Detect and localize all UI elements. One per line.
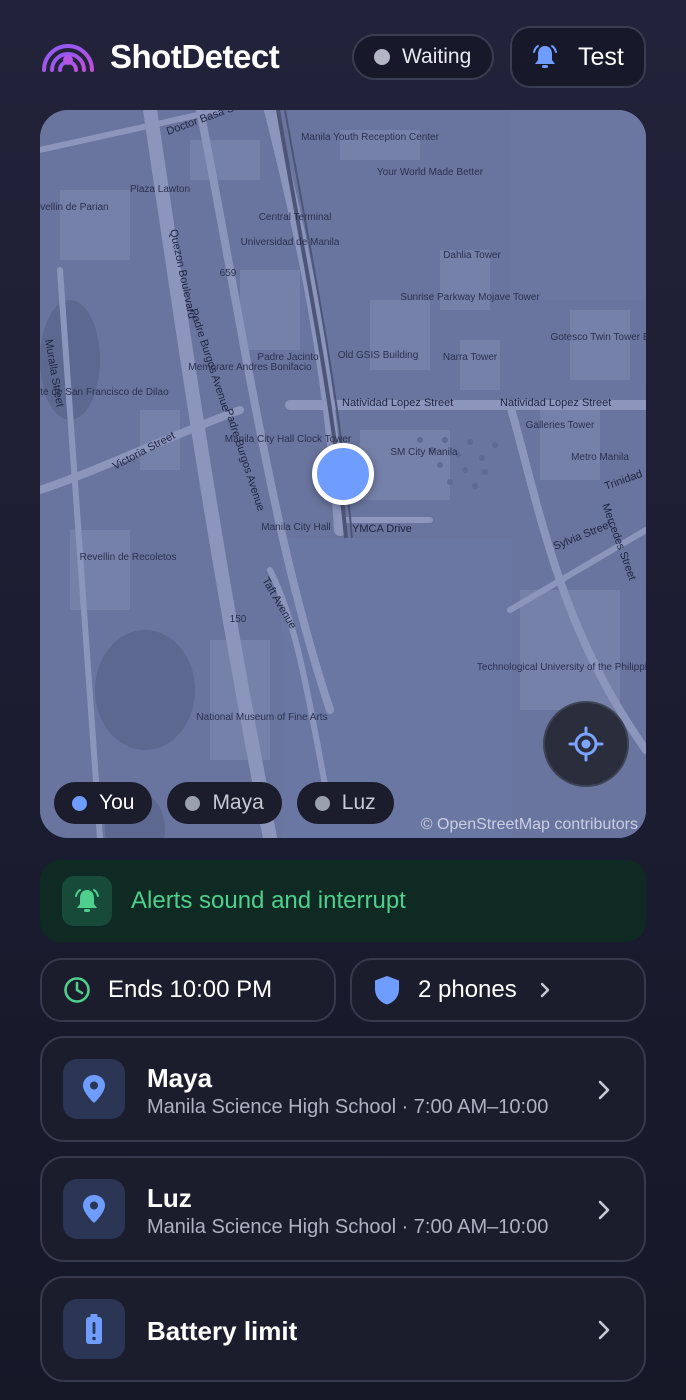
map-place-label: Sunrise Parkway Mojave Tower <box>400 292 540 303</box>
chip-luz[interactable]: Luz <box>296 782 394 824</box>
battery-limit-card[interactable]: Battery limit <box>40 1276 646 1382</box>
member-name: Luz <box>147 1183 192 1213</box>
alert-mode-label: Alerts sound and interrupt <box>131 887 406 914</box>
chevron-right-icon <box>598 1080 610 1100</box>
chevron-right-icon <box>598 1200 610 1220</box>
chip-label: Luz <box>341 791 376 814</box>
map-place-label: Technological University of the Philippi… <box>477 662 646 673</box>
phones-count-label: 2 phones <box>418 976 517 1003</box>
member-card-maya[interactable]: Maya Manila Science High School · 7:00 A… <box>40 1036 646 1142</box>
map-place-label: Padre Jacinto <box>257 352 319 363</box>
location-icon-container <box>63 1059 125 1119</box>
alert-mode-banner[interactable]: Alerts sound and interrupt <box>40 860 646 942</box>
map-place-label: Old GSIS Building <box>338 350 419 361</box>
status-badge: Waiting <box>352 34 494 80</box>
map-place-label: National Museum of Fine Arts <box>196 712 327 723</box>
member-filter-chips: You Maya Luz <box>54 782 409 824</box>
map-place-label: Your World Made Better <box>377 167 484 178</box>
chip-label: Maya <box>212 791 264 814</box>
map-street-label: YMCA Drive <box>352 523 412 535</box>
chip-label: You <box>99 791 135 814</box>
battery-limit-label: Battery limit <box>147 1316 298 1346</box>
map-place-label: Memorare Andres Bonifacio <box>188 362 312 373</box>
schedule-end-label: Ends 10:00 PM <box>108 976 273 1003</box>
current-location-marker[interactable] <box>312 443 374 505</box>
battery-icon-container <box>63 1299 125 1359</box>
map-street-label: Natividad Lopez Street <box>500 397 611 409</box>
map-place-label: Galleries Tower <box>526 420 595 431</box>
chip-maya[interactable]: Maya <box>167 782 282 824</box>
member-detail: Manila Science High School · 7:00 AM–10:… <box>147 1216 549 1238</box>
map-place-label: Manila City Hall Clock Tower <box>225 434 352 445</box>
bell-ring-icon <box>533 45 557 68</box>
map-place-label: Manila City Hall <box>261 522 330 533</box>
map-view[interactable]: Natividad Lopez Street Natividad Lopez S… <box>40 110 646 838</box>
status-dot <box>374 49 390 65</box>
bell-ring-icon <box>75 889 99 912</box>
protected-phones-button[interactable]: 2 phones <box>350 958 646 1022</box>
chevron-right-icon <box>540 982 549 998</box>
member-detail: Manila Science High School · 7:00 AM–10:… <box>147 1096 549 1118</box>
map-place-label: Universidad de Manila <box>241 237 340 248</box>
chip-dot <box>314 795 330 811</box>
app-header: ShotDetect Waiting Test <box>40 26 646 88</box>
map-street-label: Natividad Lopez Street <box>342 397 453 409</box>
map-place-label: Narra Tower <box>443 352 498 363</box>
map-place-label: Dahlia Tower <box>443 250 501 261</box>
crosshair-icon <box>568 726 604 762</box>
battery-alert-icon <box>86 1314 102 1344</box>
member-card-luz[interactable]: Luz Manila Science High School · 7:00 AM… <box>40 1156 646 1262</box>
map-place-label: Manila Youth Reception Center <box>301 132 440 143</box>
test-button-label: Test <box>578 42 624 71</box>
schedule-end-button[interactable]: Ends 10:00 PM <box>40 958 336 1022</box>
recenter-location-button[interactable] <box>543 701 629 787</box>
status-label: Waiting <box>402 45 472 68</box>
signal-logo-icon <box>42 44 94 72</box>
map-place-label: Gotesco Twin Tower B <box>550 332 646 343</box>
map-place-label: 659 <box>220 268 237 279</box>
map-place-label: SM City Manila <box>390 447 458 458</box>
map-place-label: Revellin de Recoletos <box>80 552 177 563</box>
shield-icon <box>375 976 399 1005</box>
clock-icon <box>64 977 90 1003</box>
location-pin-icon <box>83 1075 105 1103</box>
chip-dot <box>185 795 201 811</box>
chip-dot <box>72 795 87 811</box>
member-name: Maya <box>147 1063 213 1093</box>
alert-icon-container <box>62 876 112 926</box>
location-pin-icon <box>83 1195 105 1223</box>
chip-you[interactable]: You <box>54 782 153 824</box>
chevron-right-icon <box>598 1320 610 1340</box>
map-place-label: Revellin de Parian <box>40 202 109 213</box>
map-place-label: Central Terminal <box>259 212 332 223</box>
map-place-label: Baluarte de San Francisco de Dilao <box>40 387 169 398</box>
map-place-label: Plaza Lawton <box>130 184 190 195</box>
location-icon-container <box>63 1179 125 1239</box>
test-alert-button[interactable]: Test <box>510 26 646 88</box>
map-attribution[interactable]: © OpenStreetMap contributors <box>421 816 638 834</box>
app-title: ShotDetect <box>110 38 280 75</box>
map-place-label: Metro Manila <box>571 452 629 463</box>
map-place-label: 150 <box>230 614 247 625</box>
